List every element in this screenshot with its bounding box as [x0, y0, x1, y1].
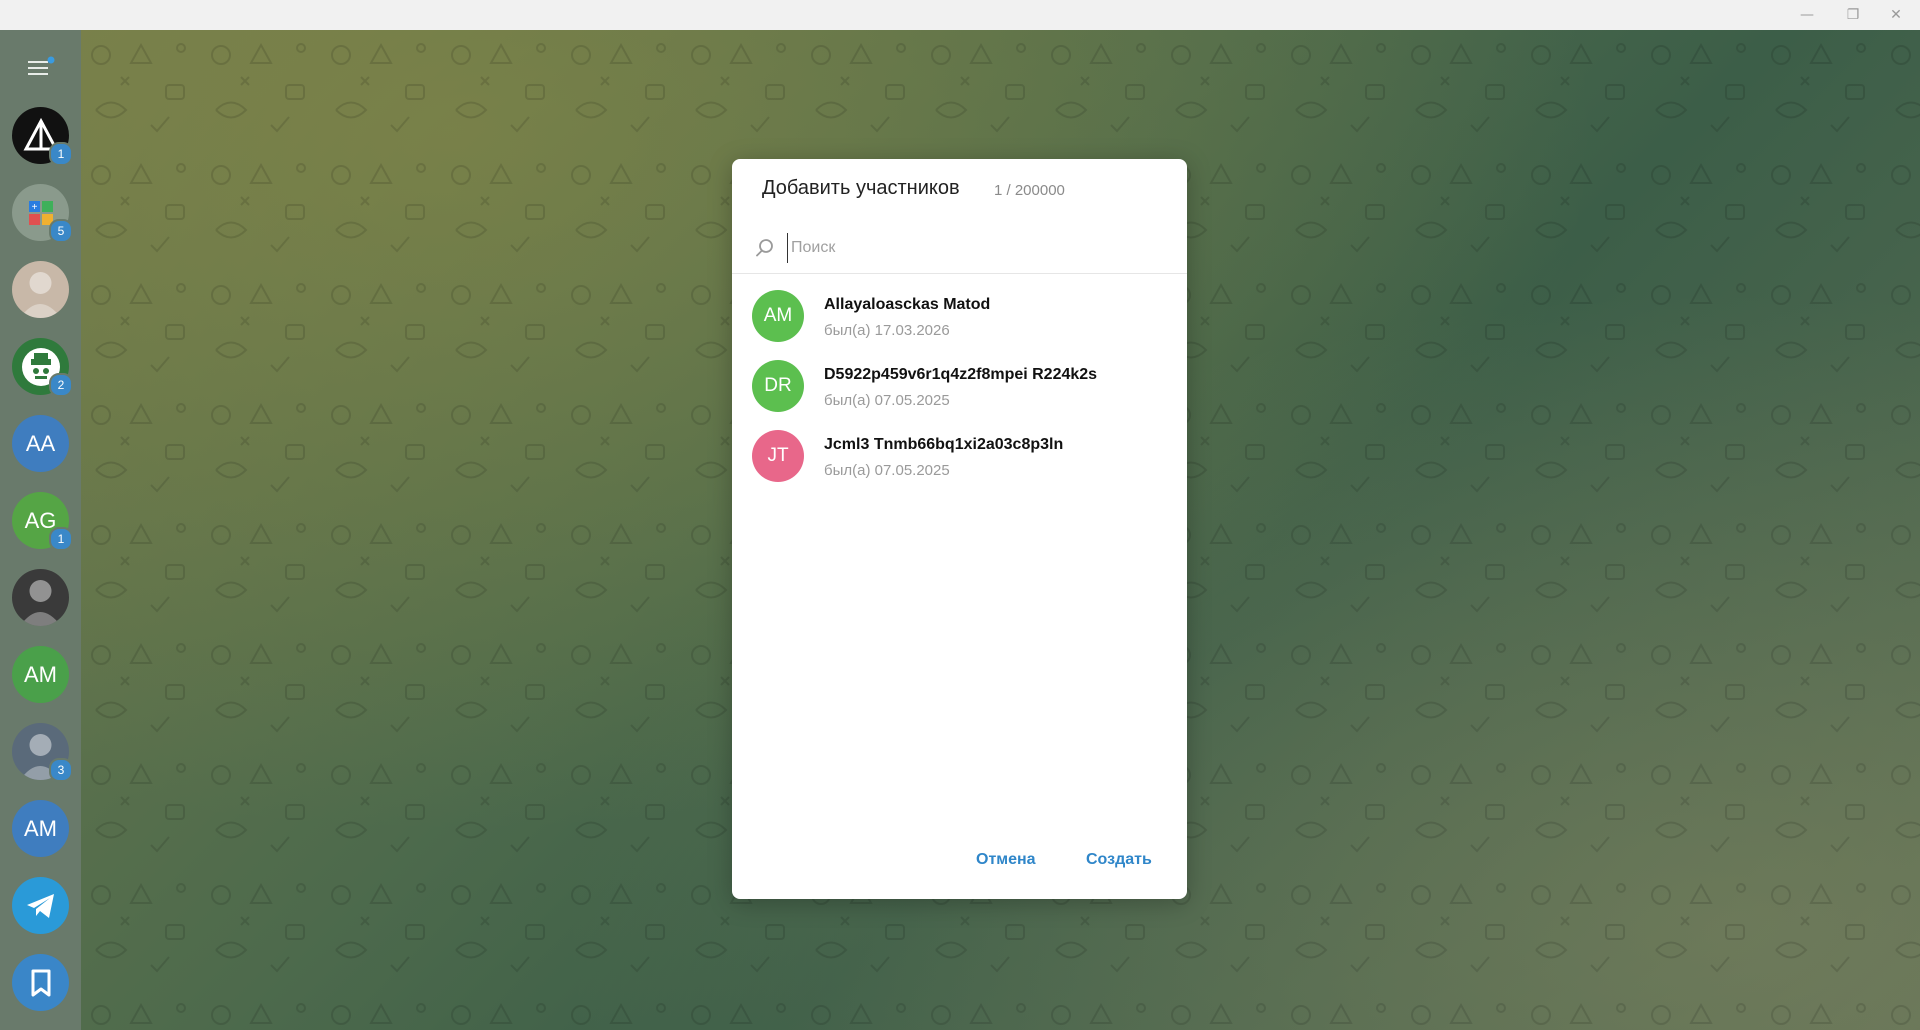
- svg-text:+: +: [31, 202, 37, 213]
- sidebar-chat-8[interactable]: AM: [12, 646, 69, 703]
- contact-name: Allayaloasckas Matod: [824, 296, 991, 313]
- contact-avatar: JT: [752, 430, 804, 482]
- sidebar-chat-10[interactable]: AM: [12, 800, 69, 857]
- sidebar-chat-6[interactable]: AG 1: [12, 492, 73, 551]
- avatar-initials: AA: [25, 430, 56, 456]
- unread-badge: 1: [49, 527, 73, 551]
- search-row: [732, 221, 1187, 274]
- minimize-button[interactable]: —: [1787, 0, 1827, 30]
- minimize-icon: —: [1800, 7, 1814, 23]
- avatar-initials: AM: [24, 661, 57, 687]
- close-icon: ✕: [1890, 7, 1902, 23]
- bookmark-icon: [21, 963, 61, 1003]
- sidebar-chat-12[interactable]: [12, 954, 69, 1011]
- sidebar-chat-4[interactable]: 2: [12, 338, 73, 397]
- sidebar-chat-3[interactable]: [12, 261, 69, 318]
- folders-sidebar: 1 +5 2 AA AG 1 AM 3 AM: [0, 30, 81, 1030]
- contact-last-seen: был(а) 17.03.2026: [824, 322, 950, 339]
- contact-avatar: DR: [752, 360, 804, 412]
- sidebar-chat-7[interactable]: [12, 569, 69, 626]
- window-titlebar: — ❐ ✕: [0, 0, 1920, 31]
- contact-name: Jcml3 Tnmb66bq1xi2a03c8p3ln: [824, 436, 1064, 453]
- dialog-title: Добавить участников: [762, 177, 960, 199]
- add-members-dialog: Добавить участников 1 / 200000 AM Allayal…: [732, 159, 1187, 899]
- unread-badge: 5: [49, 219, 73, 243]
- contact-last-seen: был(а) 07.05.2025: [824, 392, 950, 409]
- hamburger-menu-icon: [28, 56, 55, 75]
- sidebar-chat-1[interactable]: 1: [12, 107, 73, 166]
- unread-badge: 2: [49, 373, 73, 397]
- close-window-button[interactable]: ✕: [1876, 0, 1916, 30]
- restore-button[interactable]: ❐: [1833, 0, 1873, 30]
- avatar-photo: [12, 261, 69, 318]
- main-menu-button[interactable]: [24, 52, 58, 82]
- avatar-photo: [12, 569, 69, 626]
- contact-avatar: AM: [752, 290, 804, 342]
- contact-row[interactable]: JT Jcml3 Tnmb66bq1xi2a03c8p3ln был(а) 07.0…: [732, 422, 1187, 492]
- contact-row[interactable]: AM Allayaloasckas Matod был(а) 17.03.2026: [732, 282, 1187, 352]
- telegram-plane-icon: [21, 886, 61, 926]
- search-input[interactable]: [787, 233, 1163, 263]
- unread-badge: 1: [49, 142, 73, 166]
- sidebar-chat-2[interactable]: +5: [12, 184, 73, 243]
- sidebar-chat-5[interactable]: AA: [12, 415, 69, 472]
- cancel-button[interactable]: Отмена: [976, 851, 1036, 869]
- restore-icon: ❐: [1846, 7, 1860, 23]
- members-count: 1 / 200000: [994, 182, 1065, 199]
- unread-badge: 3: [49, 758, 73, 782]
- search-icon: [756, 239, 773, 257]
- contact-row[interactable]: DR D5922p459v6r1q4z2f8mpei R224k2s был(а) …: [732, 352, 1187, 422]
- create-button[interactable]: Создать: [1086, 851, 1152, 869]
- sidebar-chat-9[interactable]: 3: [12, 723, 73, 782]
- contact-last-seen: был(а) 07.05.2025: [824, 462, 950, 479]
- avatar-initials: AM: [24, 815, 57, 841]
- contact-name: D5922p459v6r1q4z2f8mpei R224k2s: [824, 366, 1098, 383]
- sidebar-chat-11[interactable]: [12, 877, 69, 934]
